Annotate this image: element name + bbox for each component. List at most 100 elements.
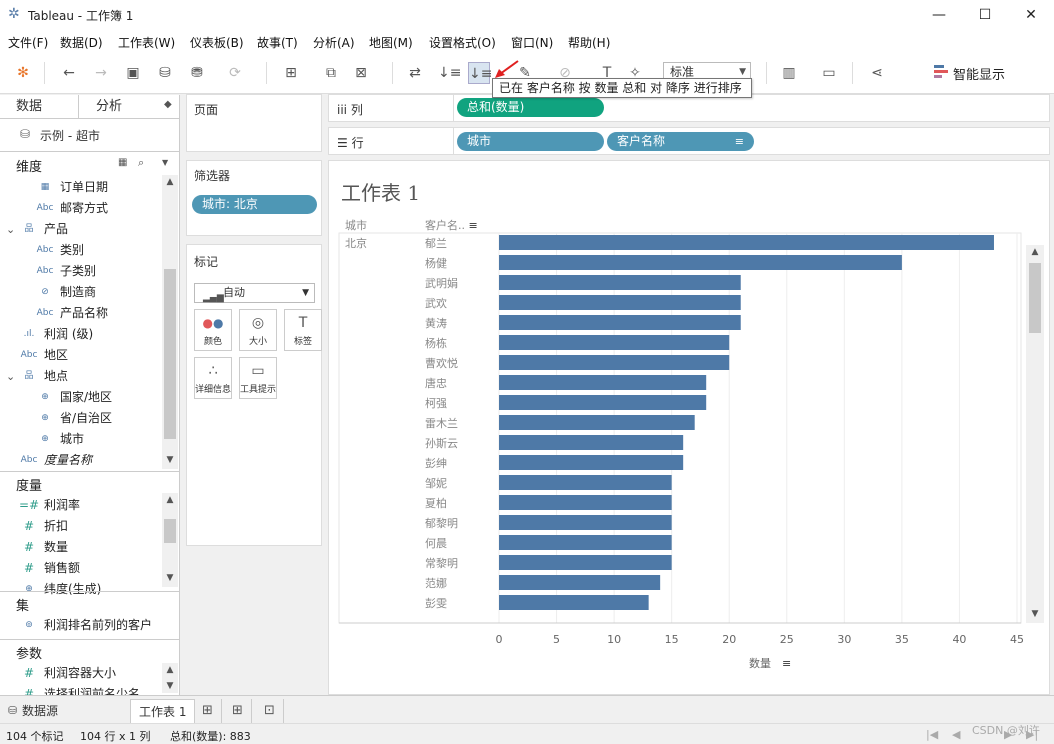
menu-data[interactable]: 数据(D) [60, 34, 103, 51]
bar[interactable] [499, 455, 684, 470]
field-dimensions-6[interactable]: 产品名称 [60, 303, 108, 324]
new-datasource-icon[interactable]: ⛁ [154, 62, 176, 84]
bar[interactable] [499, 295, 741, 310]
sort-ascending-icon[interactable]: ↓≡ [438, 62, 461, 84]
columns-shelf[interactable]: iii 列 总和(数量) [328, 94, 1050, 122]
field-dimensions-7[interactable]: 利润 (级) [44, 324, 93, 345]
scrollbar-thumb[interactable] [1029, 263, 1041, 333]
field-measures-1[interactable]: 折扣 [44, 516, 68, 537]
new-worksheet-icon[interactable]: ⊞ [194, 699, 222, 723]
scroll-up-icon[interactable]: ▲ [162, 495, 178, 505]
bar[interactable] [499, 535, 672, 550]
category-label[interactable]: 彭雯 [425, 596, 447, 610]
category-label[interactable]: 曹欢悦 [425, 356, 458, 370]
parameters-scrollbar[interactable]: ▲ ▼ [162, 663, 178, 693]
view-scrollbar[interactable]: ▲ ▼ [1026, 245, 1044, 623]
filter-pill-city[interactable]: 城市: 北京 [192, 195, 317, 214]
tab-data[interactable]: 数据 [16, 95, 42, 119]
save-icon[interactable]: ▣ [122, 62, 144, 84]
tab-datasource[interactable]: 数据源 [22, 699, 58, 723]
field-params-0[interactable]: 利润容器大小 [44, 663, 116, 684]
duplicate-sheet-icon[interactable]: ⧉ [320, 62, 342, 84]
category-label[interactable]: 雷木兰 [425, 417, 458, 430]
category-label[interactable]: 夏柏 [425, 496, 447, 510]
menu-format[interactable]: 设置格式(O) [429, 34, 496, 51]
label-button[interactable]: T 标签 [284, 309, 322, 351]
field-measures-4[interactable]: 纬度(生成) [44, 579, 101, 600]
field-dimensions-13[interactable]: 度量名称 [44, 450, 92, 471]
category-label[interactable]: 孙斯云 [425, 437, 458, 450]
scrollbar-thumb[interactable] [164, 519, 176, 543]
rows-pill-city[interactable]: 城市 [457, 132, 604, 151]
refresh-icon[interactable]: ⟳ [224, 62, 246, 84]
menu-map[interactable]: 地图(M) [369, 34, 413, 51]
category-label[interactable]: 杨栋 [425, 336, 447, 350]
bar[interactable] [499, 495, 672, 510]
bar[interactable] [499, 355, 730, 370]
pages-card[interactable]: 页面 [186, 94, 322, 152]
category-label[interactable]: 黄涛 [425, 316, 447, 330]
category-label[interactable]: 郁兰 [425, 236, 447, 250]
field-dimensions-10[interactable]: 国家/地区 [60, 387, 112, 408]
category-label[interactable]: 范娜 [425, 576, 447, 590]
undo-icon[interactable]: ← [58, 62, 80, 84]
field-dimensions-8[interactable]: 地区 [44, 345, 68, 366]
bar[interactable] [499, 475, 672, 490]
scroll-up-icon[interactable]: ▲ [162, 177, 178, 187]
category-label[interactable]: 武明娟 [425, 276, 458, 290]
menu-file[interactable]: 文件(F) [8, 34, 48, 51]
category-label[interactable]: 武欢 [425, 296, 447, 310]
field-measures-0[interactable]: 利润率 [44, 495, 80, 516]
tab-worksheet-1[interactable]: 工作表 1 [130, 699, 196, 723]
share-icon[interactable]: ⋖ [866, 62, 888, 84]
tooltip-button[interactable]: ▭ 工具提示 [239, 357, 277, 399]
bar[interactable] [499, 515, 672, 530]
field-dimensions-2[interactable]: 产品 [44, 219, 68, 240]
bar[interactable] [499, 555, 672, 570]
new-story-icon[interactable]: ⊡ [256, 699, 284, 723]
prev-sheet-icon[interactable]: ◀ [952, 728, 960, 741]
datasource-name[interactable]: 示例 - 超市 [40, 127, 100, 144]
sort-descending-icon[interactable]: ↓≡ [468, 62, 492, 84]
category-label[interactable]: 彭绅 [425, 456, 447, 470]
rows-shelf[interactable]: ☰ 行 城市 客户名称 ≡ [328, 127, 1050, 155]
bar[interactable] [499, 575, 661, 590]
bar[interactable] [499, 275, 741, 290]
category-label[interactable]: 郁黎明 [425, 516, 458, 530]
bar[interactable] [499, 595, 649, 610]
clear-sheet-icon[interactable]: ⊠ [350, 62, 372, 84]
bar[interactable] [499, 315, 741, 330]
bar[interactable] [499, 415, 695, 430]
menu-help[interactable]: 帮助(H) [568, 34, 610, 51]
filters-card[interactable]: 筛选器 城市: 北京 [186, 160, 322, 236]
scroll-up-icon[interactable]: ▲ [162, 665, 178, 675]
field-dimensions-11[interactable]: 省/自治区 [60, 408, 112, 429]
smart-show-icon[interactable] [934, 65, 948, 79]
field-measures-3[interactable]: 销售额 [44, 558, 80, 579]
menu-analysis[interactable]: 分析(A) [313, 34, 355, 51]
field-measures-2[interactable]: 数量 [44, 537, 68, 558]
scroll-down-icon[interactable]: ▼ [1026, 609, 1044, 619]
category-label[interactable]: 常黎明 [425, 556, 458, 570]
bar[interactable] [499, 335, 730, 350]
menu-story[interactable]: 故事(T) [257, 34, 298, 51]
bar[interactable] [499, 435, 684, 450]
swap-rows-columns-icon[interactable]: ⇄ [404, 62, 426, 84]
scrollbar-thumb[interactable] [164, 269, 176, 439]
scroll-down-icon[interactable]: ▼ [162, 455, 178, 465]
menu-worksheet[interactable]: 工作表(W) [118, 34, 175, 51]
category-label[interactable]: 唐忠 [425, 376, 447, 390]
field-sets-0[interactable]: 利润排名前列的客户 [44, 615, 152, 636]
minimize-button[interactable]: — [916, 0, 962, 30]
rows-pill-customer-name[interactable]: 客户名称 ≡ [607, 132, 754, 151]
measures-scrollbar[interactable]: ▲ ▼ [162, 493, 178, 587]
tableau-home-icon[interactable]: ✻ [12, 62, 34, 84]
chevron-down-icon[interactable]: ▼ [162, 158, 168, 167]
category-label[interactable]: 杨健 [425, 256, 447, 270]
scroll-down-icon[interactable]: ▼ [162, 681, 178, 691]
scroll-down-icon[interactable]: ▼ [162, 573, 178, 583]
category-label[interactable]: 柯强 [425, 397, 447, 410]
redo-icon[interactable]: → [90, 62, 112, 84]
field-dimensions-1[interactable]: 邮寄方式 [60, 198, 108, 219]
close-button[interactable]: ✕ [1008, 0, 1054, 30]
